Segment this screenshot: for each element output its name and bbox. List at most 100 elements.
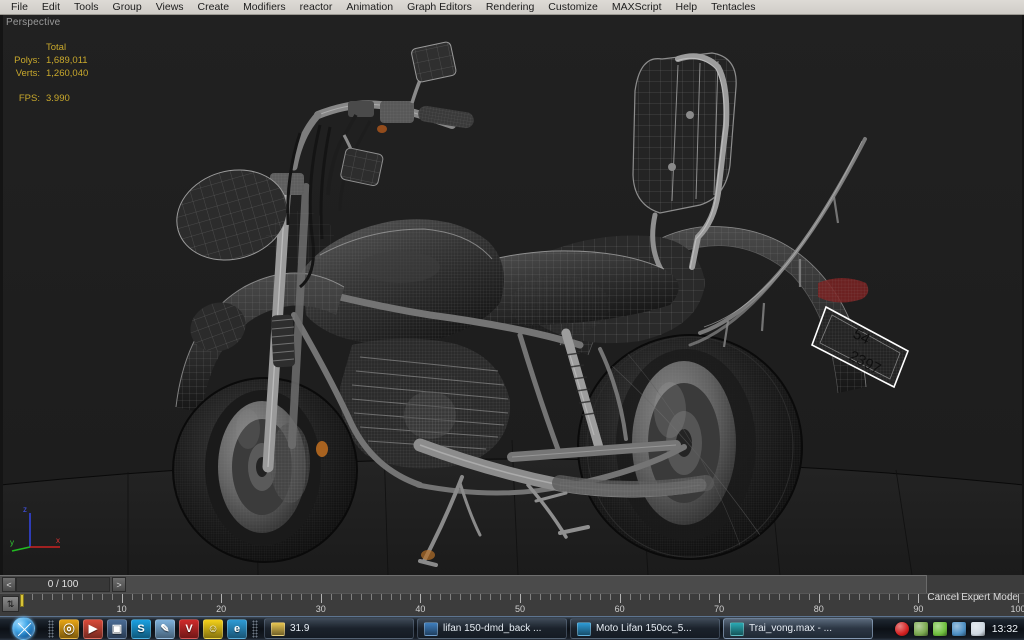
timeline-tick: [719, 594, 721, 603]
skype-icon[interactable]: S: [131, 618, 151, 639]
menu-item-edit[interactable]: Edit: [35, 0, 67, 14]
tasks-grip[interactable]: [252, 619, 258, 638]
network-icon[interactable]: [951, 621, 966, 636]
folder-icon: [271, 621, 285, 636]
timeline-tick: [231, 594, 233, 600]
timeline-tick: [669, 594, 671, 600]
menu-item-views[interactable]: Views: [149, 0, 191, 14]
timeline-tick: [749, 594, 751, 600]
timeline-tick: [659, 594, 661, 600]
internet-explorer-icon[interactable]: e: [227, 618, 247, 639]
timeline-tick: [609, 594, 611, 600]
volume-icon[interactable]: [970, 621, 985, 636]
taskbar-button-label: lifan 150-dmd_back ...: [443, 623, 542, 634]
timeline-tick: [141, 594, 143, 600]
quicklaunch-grip[interactable]: [48, 619, 54, 638]
cancel-expert-mode-button[interactable]: Cancel Expert Mode: [927, 592, 1018, 603]
menu-item-graph-editors[interactable]: Graph Editors: [400, 0, 479, 14]
timeline-tick: [121, 594, 123, 603]
timeline-tick: [649, 594, 651, 600]
perspective-viewport[interactable]: 54 2397 Perspective Total Polys: 1,689,0…: [0, 15, 1024, 575]
timeline-tick: [559, 594, 561, 600]
timeline-tick: [520, 594, 521, 603]
timeline-tick: [539, 594, 541, 600]
timeline-tick: [729, 594, 731, 600]
current-frame-field[interactable]: 0 / 100: [16, 577, 110, 592]
timeline-tick: [350, 594, 352, 600]
menu-item-maxscript[interactable]: MAXScript: [605, 0, 669, 14]
timeline-tick: [858, 594, 860, 600]
timeline-tick: [380, 594, 382, 600]
menu-item-modifiers[interactable]: Modifiers: [236, 0, 293, 14]
menu-item-group[interactable]: Group: [106, 0, 149, 14]
menu-item-animation[interactable]: Animation: [339, 0, 400, 14]
taskbar-button-moto-lifan-browser[interactable]: Moto Lifan 150cc_5...: [570, 618, 720, 639]
timeline-tick: [769, 594, 770, 600]
taskbar-button-label: 31.9: [290, 623, 310, 634]
timeline-tick: [549, 594, 551, 600]
scene-3d-motorcycle[interactable]: 54 2397: [0, 15, 1024, 575]
timeline-tick: [599, 594, 601, 600]
network-users-icon[interactable]: [913, 621, 928, 636]
track-view-toggle-button[interactable]: ⇅: [2, 596, 19, 612]
menu-item-tentacles[interactable]: Tentacles: [704, 0, 762, 14]
taskbar-button-lifan-image[interactable]: lifan 150-dmd_back ...: [417, 618, 567, 639]
timeline-tick: [51, 594, 53, 600]
media-player-icon[interactable]: ▶: [83, 618, 103, 639]
timeline-tick: [619, 594, 621, 603]
timeline-tick: [241, 594, 243, 600]
timeline-tick: [450, 594, 452, 600]
timeline-tick: [261, 594, 263, 600]
axis-z-label: z: [23, 505, 27, 514]
timeline-tick-label: 100: [1010, 604, 1024, 614]
notes-icon[interactable]: ✎: [155, 618, 175, 639]
quick-launch-bar: ⓞ ▶ ▣ S ✎ V ☺ e: [57, 618, 249, 639]
timeline-tick: [500, 594, 502, 600]
timeline-tick: [490, 594, 492, 600]
timeline-tick: [61, 594, 63, 600]
timeline-tick: [370, 594, 372, 600]
timeline-tick: [41, 594, 43, 600]
remote-desktop-icon[interactable]: ▣: [107, 618, 127, 639]
timeline-tick: [111, 594, 113, 600]
viewport-label[interactable]: Perspective: [6, 17, 60, 28]
taskbar-button-trai-vong-max[interactable]: Trai_vong.max - ...: [723, 618, 873, 639]
timeline-tick-label: 50: [514, 604, 526, 614]
timeline-tick: [430, 594, 432, 600]
menu-item-help[interactable]: Help: [669, 0, 705, 14]
next-frame-button[interactable]: >: [112, 577, 126, 592]
timeline-tick: [360, 594, 362, 600]
menu-item-rendering[interactable]: Rendering: [479, 0, 541, 14]
battery-icon[interactable]: [932, 621, 947, 636]
timeline-tick: [788, 594, 790, 600]
timeline-tick: [191, 594, 193, 600]
prev-frame-button[interactable]: <: [2, 577, 16, 592]
timeline-tick: [759, 594, 761, 600]
menu-item-file[interactable]: File: [4, 0, 35, 14]
timeline-tick: [838, 594, 840, 600]
taskbar-clock[interactable]: 13:32: [992, 623, 1018, 635]
timeline-tick-label: 30: [315, 604, 326, 614]
polys-value: 1,689,011: [46, 55, 88, 66]
clock-icon[interactable]: ⓞ: [59, 618, 79, 639]
start-button[interactable]: [1, 617, 45, 640]
menu-item-customize[interactable]: Customize: [541, 0, 605, 14]
timeline-tick: [639, 594, 641, 600]
timeline-tick: [460, 594, 462, 600]
timeline-playhead[interactable]: [20, 594, 24, 607]
timeline-tick: [898, 594, 900, 600]
action-center-error-icon[interactable]: [894, 621, 909, 636]
timeline-tick: [739, 594, 741, 600]
unikey-icon[interactable]: V: [179, 618, 199, 639]
yahoo-messenger-icon[interactable]: ☺: [203, 618, 223, 639]
timeline-tick: [878, 594, 880, 600]
timeline-tick: [271, 594, 272, 600]
timeline-tick: [300, 594, 302, 600]
taskbar-button-folder-31-9[interactable]: 31.9: [264, 618, 414, 639]
menu-item-create[interactable]: Create: [191, 0, 237, 14]
time-slider-track[interactable]: [126, 575, 1024, 594]
timeline-tick: [211, 594, 213, 600]
menu-item-tools[interactable]: Tools: [67, 0, 106, 14]
menu-item-reactor[interactable]: reactor: [293, 0, 340, 14]
timeline-tick: [131, 594, 133, 600]
